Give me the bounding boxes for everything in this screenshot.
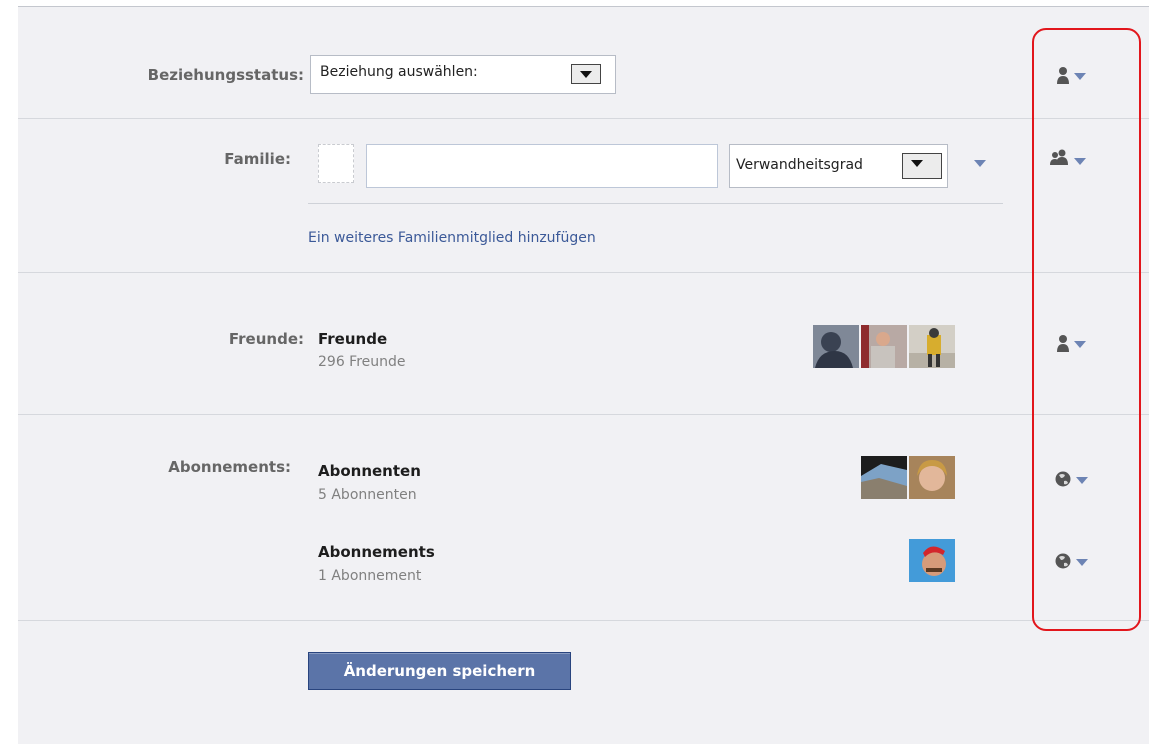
friend-photo[interactable] bbox=[909, 325, 955, 368]
subscription-photo[interactable] bbox=[909, 539, 955, 582]
friend-photo[interactable] bbox=[861, 325, 907, 368]
subscriber-photo[interactable] bbox=[861, 456, 907, 499]
relationship-select-value: Beziehung auswählen: bbox=[320, 64, 478, 80]
subscriptions-count: 1 Abonnement bbox=[318, 568, 422, 584]
family-name-input[interactable] bbox=[366, 144, 718, 188]
family-label: Familie: bbox=[224, 150, 291, 168]
family-divider bbox=[308, 203, 1003, 204]
divider bbox=[18, 272, 1149, 273]
chevron-down-icon bbox=[571, 64, 601, 84]
relationship-select[interactable]: Beziehung auswählen: bbox=[310, 55, 616, 94]
relationship-label: Beziehungsstatus: bbox=[147, 66, 304, 84]
subscribers-title[interactable]: Abonnenten bbox=[318, 462, 421, 480]
divider bbox=[18, 414, 1149, 415]
relation-degree-select[interactable]: Verwandheitsgrad bbox=[729, 144, 948, 188]
divider bbox=[18, 620, 1149, 621]
highlight-annotation-box bbox=[1032, 28, 1141, 631]
subscriptions-label: Abonnements: bbox=[168, 458, 291, 476]
family-photo-placeholder bbox=[318, 144, 354, 183]
chevron-down-icon bbox=[902, 153, 942, 179]
save-changes-button[interactable]: Änderungen speichern bbox=[308, 652, 571, 690]
chevron-down-icon[interactable] bbox=[974, 160, 986, 167]
divider bbox=[18, 118, 1149, 119]
add-family-member-link[interactable]: Ein weiteres Familienmitglied hinzufügen bbox=[308, 230, 596, 246]
friends-title[interactable]: Freunde bbox=[318, 330, 387, 348]
subscribers-count: 5 Abonnenten bbox=[318, 487, 417, 503]
friends-label: Freunde: bbox=[228, 330, 304, 348]
friend-photo[interactable] bbox=[813, 325, 859, 368]
subscriptions-title[interactable]: Abonnements bbox=[318, 543, 435, 561]
subscriber-photo[interactable] bbox=[909, 456, 955, 499]
settings-panel bbox=[18, 6, 1149, 744]
relation-degree-value: Verwandheitsgrad bbox=[736, 157, 863, 173]
friends-count: 296 Freunde bbox=[318, 354, 406, 370]
